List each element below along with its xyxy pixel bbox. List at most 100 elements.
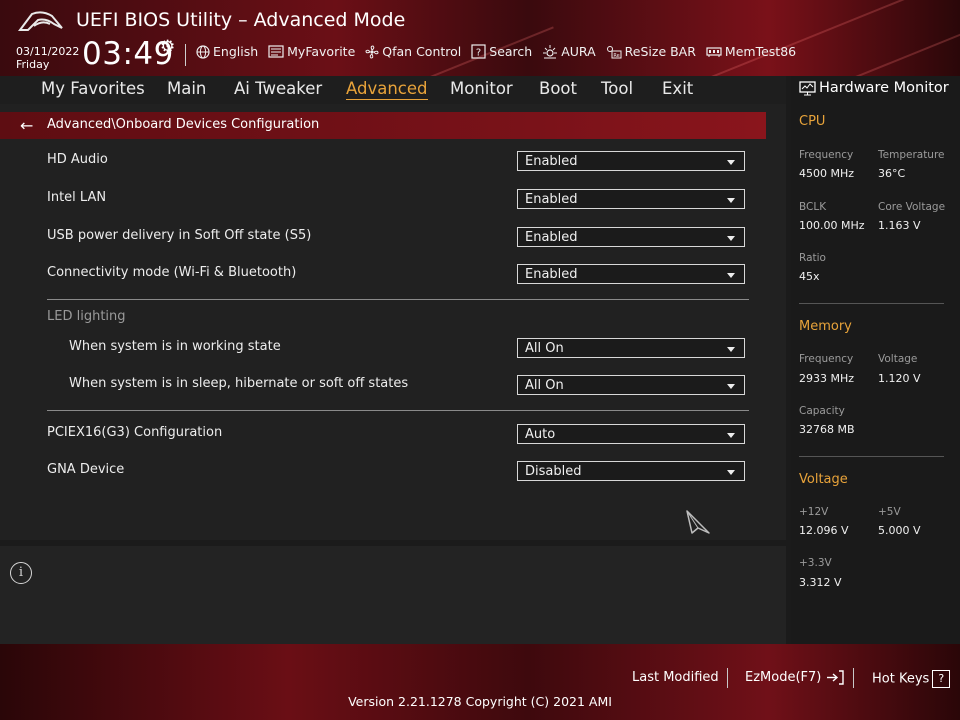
core-voltage-value: 1.163 V (878, 219, 921, 232)
version-text: Version 2.21.1278 Copyright (C) 2021 AMI (348, 694, 612, 709)
dropdown-value: All On (525, 378, 564, 393)
tab-exit[interactable]: Exit (662, 79, 693, 98)
section-divider (799, 303, 944, 304)
hardware-monitor-title: Hardware Monitor (799, 80, 949, 96)
day-text: Friday (16, 58, 50, 71)
header-bar: UEFI BIOS Utility – Advanced Mode 03/11/… (0, 0, 960, 76)
qfan-control-label: Qfan Control (382, 44, 462, 59)
language-label: English (213, 44, 259, 59)
tab-boot[interactable]: Boot (539, 79, 577, 98)
section-divider (47, 410, 749, 411)
language-button[interactable]: English (196, 44, 258, 59)
setting-label-intel-lan: Intel LAN (47, 190, 107, 205)
exit-arrow-icon (826, 670, 844, 685)
globe-icon (196, 44, 210, 59)
core-voltage-label: Core Voltage (878, 201, 946, 213)
svg-text:?: ? (476, 48, 481, 59)
hardware-monitor-panel: Hardware Monitor CPU Frequency Temperatu… (791, 76, 960, 644)
help-panel: i (0, 546, 786, 644)
bclk-value: 100.00 MHz (799, 219, 865, 232)
caret-down-icon (727, 273, 735, 278)
breadcrumb: ← Advanced\Onboard Devices Configuration (0, 112, 766, 139)
caret-down-icon (727, 236, 735, 241)
caret-down-icon (727, 347, 735, 352)
tab-my-favorites[interactable]: My Favorites (41, 79, 145, 98)
dropdown-value: All On (525, 341, 564, 356)
tab-main[interactable]: Main (167, 79, 206, 98)
section-divider (47, 299, 749, 300)
divider (727, 668, 728, 688)
resize-bar-icon: Re (606, 45, 622, 59)
cpu-temperature-label: Temperature (878, 149, 945, 161)
setting-label-usb-power: USB power delivery in Soft Off state (S5… (47, 228, 312, 243)
monitor-icon (799, 80, 816, 95)
gna-device-dropdown[interactable]: Disabled (517, 461, 745, 481)
usb-power-dropdown[interactable]: Enabled (517, 227, 745, 247)
breadcrumb-path: Advanced\Onboard Devices Configuration (47, 117, 320, 132)
memtest-icon (706, 46, 722, 57)
last-modified-button[interactable]: Last Modified (632, 670, 719, 685)
connectivity-dropdown[interactable]: Enabled (517, 264, 745, 284)
myfavorite-button[interactable]: MyFavorite (268, 44, 355, 59)
hd-audio-dropdown[interactable]: Enabled (517, 151, 745, 171)
dropdown-value: Enabled (525, 267, 578, 282)
qfan-control-button[interactable]: Qfan Control (365, 44, 461, 59)
memory-frequency-value: 2933 MHz (799, 372, 855, 385)
search-button[interactable]: ? Search (471, 44, 532, 59)
app-title: UEFI BIOS Utility – Advanced Mode (76, 9, 406, 31)
ezmode-label: EzMode(F7) (745, 670, 822, 685)
dropdown-value: Enabled (525, 154, 578, 169)
voltage-heading: Voltage (799, 472, 848, 487)
date-display: 03/11/2022 Friday (16, 45, 79, 71)
setting-label-gna-device: GNA Device (47, 462, 125, 477)
divider (853, 668, 854, 688)
dropdown-value: Disabled (525, 464, 582, 479)
memtest-label: MemTest86 (724, 44, 797, 59)
dropdown-value: Auto (525, 427, 556, 442)
setting-label-hd-audio: HD Audio (47, 152, 108, 167)
led-working-dropdown[interactable]: All On (517, 338, 745, 358)
cpu-frequency-label: Frequency (799, 149, 854, 161)
cpu-frequency-value: 4500 MHz (799, 167, 855, 180)
divider (185, 44, 186, 66)
intel-lan-dropdown[interactable]: Enabled (517, 189, 745, 209)
help-key-icon: ? (932, 670, 951, 688)
memory-heading: Memory (799, 319, 852, 334)
caret-down-icon (727, 384, 735, 389)
hardware-monitor-label: Hardware Monitor (819, 80, 949, 96)
led-sleep-dropdown[interactable]: All On (517, 375, 745, 395)
v12-value: 12.096 V (799, 524, 849, 537)
memory-voltage-value: 1.120 V (878, 372, 921, 385)
decorative-streak (710, 0, 960, 76)
hot-keys-button[interactable]: Hot Keys? (872, 670, 951, 688)
v12-label: +12V (799, 506, 829, 518)
cpu-heading: CPU (799, 114, 826, 129)
pciex16-dropdown[interactable]: Auto (517, 424, 745, 444)
gear-icon[interactable]: ⚙ (160, 37, 175, 57)
rog-logo-icon (18, 11, 63, 31)
tab-tool[interactable]: Tool (601, 79, 633, 98)
date-text: 03/11/2022 (16, 45, 80, 58)
setting-label-led-sleep: When system is in sleep, hibernate or so… (69, 376, 409, 391)
cpu-temperature-value: 36°C (878, 167, 906, 180)
resize-bar-button[interactable]: Re ReSize BAR (606, 44, 696, 59)
caret-down-icon (727, 470, 735, 475)
bclk-label: BCLK (799, 201, 827, 213)
v5-label: +5V (878, 506, 901, 518)
tab-ai-tweaker[interactable]: Ai Tweaker (234, 79, 322, 98)
fan-icon (365, 44, 379, 59)
back-arrow-icon[interactable]: ← (20, 116, 33, 135)
tab-monitor[interactable]: Monitor (450, 79, 513, 98)
tab-advanced[interactable]: Advanced (346, 79, 428, 100)
svg-text:Re: Re (613, 53, 619, 59)
memory-frequency-label: Frequency (799, 353, 854, 365)
ratio-label: Ratio (799, 252, 826, 264)
aura-icon (543, 44, 558, 58)
aura-label: AURA (561, 44, 596, 59)
ezmode-button[interactable]: EzMode(F7) (745, 670, 844, 685)
v33-value: 3.312 V (799, 576, 842, 589)
memtest-button[interactable]: MemTest86 (706, 44, 796, 59)
caret-down-icon (727, 198, 735, 203)
dropdown-value: Enabled (525, 192, 578, 207)
aura-button[interactable]: AURA (542, 44, 596, 59)
